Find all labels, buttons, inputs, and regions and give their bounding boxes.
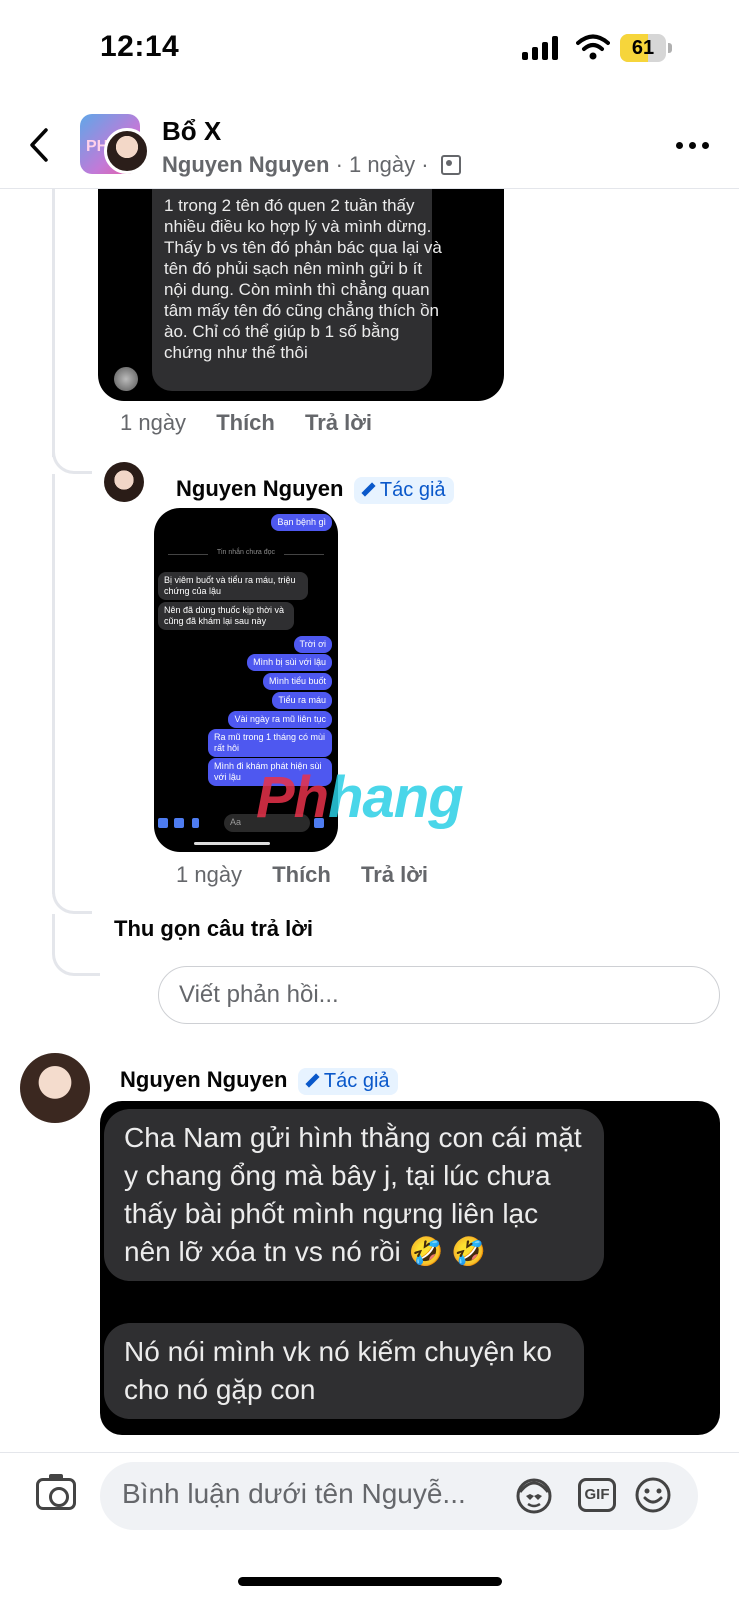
reply-header: Nguyen Nguyen Tác giả xyxy=(176,476,454,504)
emoji-icon[interactable] xyxy=(634,1476,672,1514)
thread-branch xyxy=(52,914,100,976)
author-badge: Tác giả xyxy=(353,477,454,504)
comment-image[interactable]: Cha Nam gửi hình thằng con cái mặt y cha… xyxy=(100,1101,720,1435)
like-button[interactable]: Thích xyxy=(272,862,331,887)
thread-line xyxy=(52,189,55,457)
comment-placeholder: Bình luận dưới tên Nguyễ... xyxy=(122,1478,466,1509)
reply-actions: 1 ngày Thích Trả lời xyxy=(176,862,428,888)
chat-bubble: Mình tiểu buốt xyxy=(262,673,332,690)
chat-bubble: Bạn bệnh gì xyxy=(271,514,332,531)
battery-level: 61 xyxy=(631,37,655,59)
chat-bubble: Nên đã dùng thuốc kịp thời và cũng đã kh… xyxy=(158,602,294,630)
chat-bubble: Vài ngày ra mũ liên tục xyxy=(228,711,332,728)
image-message-bubble: Cha Nam gửi hình thằng con cái mặt y cha… xyxy=(104,1109,604,1281)
comment-time[interactable]: 1 ngày xyxy=(120,410,186,435)
post-author[interactable]: Nguyen Nguyen xyxy=(162,152,329,177)
author-badge: Tác giả xyxy=(297,1068,398,1095)
image-avatar xyxy=(114,367,138,391)
reply-button[interactable]: Trả lời xyxy=(305,410,372,435)
pencil-icon xyxy=(362,483,376,497)
chat-bubble: Mình bị sùi với lậu xyxy=(247,654,332,671)
status-time: 12:14 xyxy=(100,30,180,63)
camera-icon[interactable] xyxy=(36,1474,76,1510)
chat-bubble: Bị viêm buốt và tiểu ra máu, triệu chứng… xyxy=(158,572,308,600)
wifi-icon xyxy=(576,34,610,60)
avatar-sticker-icon[interactable] xyxy=(514,1476,554,1514)
thread-line xyxy=(52,474,55,894)
camera-icon xyxy=(158,818,168,828)
collapse-replies-button[interactable]: Thu gọn câu trả lời xyxy=(114,916,313,942)
commenter-name[interactable]: Nguyen Nguyen xyxy=(176,476,343,501)
reply-input[interactable]: Viết phản hồi... xyxy=(158,966,720,1024)
battery-icon: 61 xyxy=(620,34,672,62)
audience-icon xyxy=(440,155,461,175)
signal-icon xyxy=(522,36,562,60)
home-indicator xyxy=(194,842,270,845)
back-arrow-icon[interactable] xyxy=(26,126,54,164)
post-meta: Nguyen Nguyen · 1 ngày · xyxy=(162,152,461,178)
thread-branch xyxy=(52,880,92,914)
chat-bubble: Trời ơi xyxy=(293,636,332,653)
pencil-icon xyxy=(306,1074,320,1088)
meta-separator: · xyxy=(421,152,429,177)
chat-bubble: Ra mũ trong 1 tháng có mùi rất hôi xyxy=(208,729,332,757)
commenter-name[interactable]: Nguyen Nguyen xyxy=(120,1067,287,1092)
reply-button[interactable]: Trả lời xyxy=(361,862,428,887)
avatar[interactable] xyxy=(104,462,144,502)
meta-separator: · xyxy=(335,152,343,177)
home-indicator xyxy=(238,1577,502,1586)
mic-icon xyxy=(192,818,199,828)
author-badge-label: Tác giả xyxy=(379,479,446,501)
chat-bubble: Tiểu ra máu xyxy=(272,692,332,709)
watermark: Phhang xyxy=(256,765,464,830)
avatar[interactable] xyxy=(20,1053,90,1123)
unread-divider: Tin nhắn chưa đọc xyxy=(154,549,338,556)
author-badge-label: Tác giả xyxy=(323,1070,390,1092)
image-message-text: 1 trong 2 tên đó quen 2 tuần thấy nhiều … xyxy=(164,196,442,362)
gif-icon[interactable]: GIF xyxy=(578,1478,616,1512)
comment-image[interactable]: 1 trong 2 tên đó quen 2 tuần thấy nhiều … xyxy=(98,189,504,401)
like-button[interactable]: Thích xyxy=(216,410,275,435)
image-message-bubble: Nó nói mình vk nó kiếm chuyện ko cho nó … xyxy=(104,1323,584,1419)
comment-actions: 1 ngày Thích Trả lời xyxy=(120,410,372,436)
post-time[interactable]: 1 ngày xyxy=(349,152,415,177)
thread-branch xyxy=(52,440,92,474)
reply-time[interactable]: 1 ngày xyxy=(176,862,242,887)
page-title[interactable]: Bổ X xyxy=(162,116,221,147)
more-options-icon[interactable] xyxy=(676,142,712,150)
image-icon xyxy=(174,818,184,828)
author-avatar-mini[interactable] xyxy=(104,128,150,174)
comment-header: Nguyen Nguyen Tác giả xyxy=(120,1067,398,1095)
